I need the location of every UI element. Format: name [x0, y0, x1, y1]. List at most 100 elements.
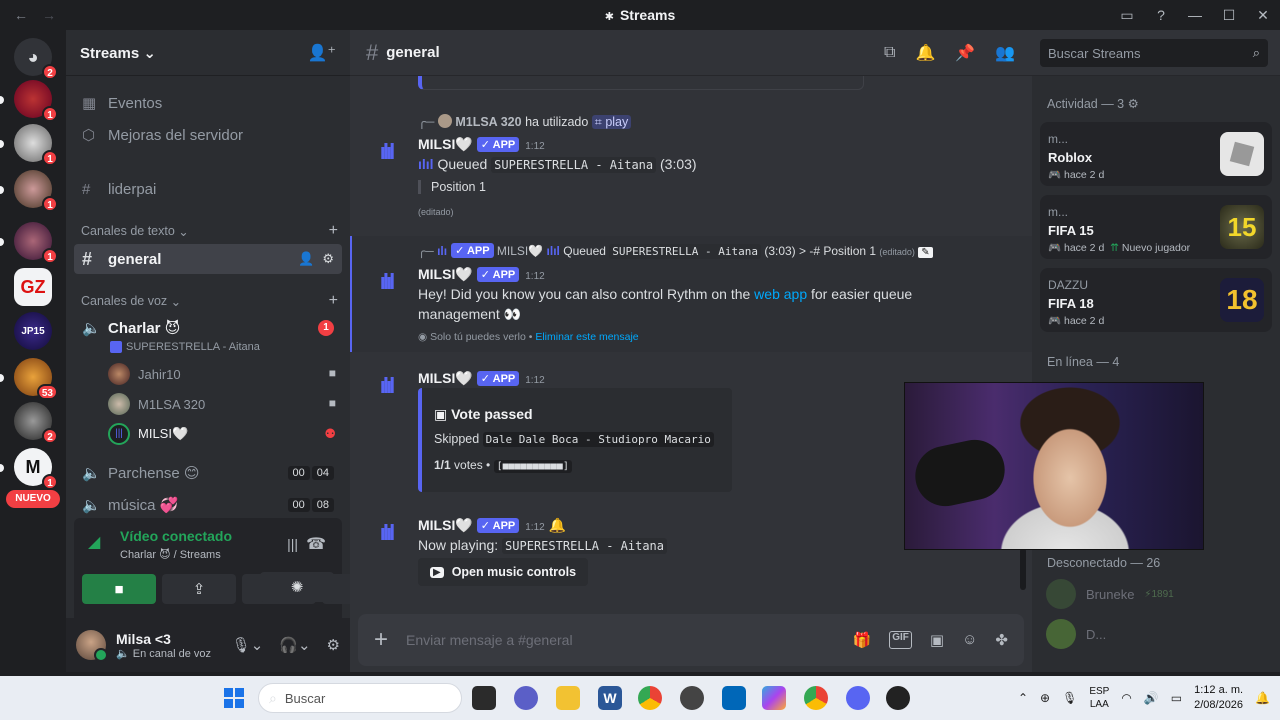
- search-icon[interactable]: ⌕: [1253, 45, 1260, 61]
- store-icon[interactable]: [722, 686, 746, 710]
- taskbar-search-input[interactable]: [284, 690, 425, 706]
- clock[interactable]: 1:12 a. m. 2/08/2026: [1194, 683, 1243, 713]
- maximize-button[interactable]: ☐: [1212, 7, 1246, 24]
- add-channel-icon[interactable]: +: [329, 222, 338, 240]
- teams-icon[interactable]: [514, 686, 538, 710]
- gif-icon[interactable]: GIF: [889, 631, 912, 649]
- voice-connected-location[interactable]: Charlar 😈 / Streams: [120, 548, 221, 561]
- members-icon[interactable]: 👥: [995, 43, 1015, 63]
- server-icon-6[interactable]: 2: [14, 402, 58, 444]
- author-name[interactable]: MILSI🤍: [418, 266, 473, 282]
- voice-channel-charlar[interactable]: 🔈 Charlar 😈 1: [74, 313, 342, 343]
- username[interactable]: Milsa <3: [116, 631, 211, 647]
- message-input[interactable]: [406, 632, 853, 648]
- guild-header[interactable]: Streams ⌄ 👤⁺: [66, 30, 350, 76]
- server-icon-3[interactable]: 1: [14, 170, 58, 212]
- gear-icon[interactable]: ⚙: [1128, 97, 1139, 111]
- server-icon-5[interactable]: 53: [14, 358, 58, 400]
- reply-reference[interactable]: ╭─ M1LSA 320 ha utilizado ⌗ play: [418, 114, 632, 130]
- voice-user[interactable]: Jahir10: [108, 361, 181, 387]
- soundboard-button[interactable]: ✺: [260, 572, 334, 602]
- minimize-button[interactable]: —: [1178, 7, 1212, 23]
- sidebar-item-events[interactable]: ▦ Eventos: [74, 88, 342, 118]
- reply-reference[interactable]: ╭─ ılı ✓ APP MILSI🤍 ılıl Queued SUPERESTR…: [418, 243, 933, 259]
- close-button[interactable]: ✕: [1246, 7, 1280, 24]
- apps-icon[interactable]: ✤: [995, 631, 1008, 649]
- category-text-channels[interactable]: Canales de texto ⌄ +: [81, 221, 338, 241]
- voice-connected-title[interactable]: Vídeo conectado: [120, 528, 232, 544]
- search-input[interactable]: [1048, 45, 1253, 61]
- obs-icon[interactable]: [680, 686, 704, 710]
- wifi-icon[interactable]: ◠: [1121, 691, 1131, 705]
- microphone-icon[interactable]: 🎙: [1062, 691, 1077, 705]
- notification-bell-icon[interactable]: 🔔: [1255, 691, 1270, 705]
- avatar[interactable]: ılıl: [368, 264, 404, 300]
- chrome-icon[interactable]: [638, 686, 662, 710]
- back-arrow-icon[interactable]: ←: [14, 7, 28, 23]
- vpn-icon[interactable]: ⊕: [1040, 691, 1050, 705]
- disconnect-icon[interactable]: ☎: [306, 534, 326, 554]
- server-icon-1[interactable]: 1: [14, 80, 58, 122]
- microphone-icon[interactable]: 🎙⌄: [232, 636, 264, 654]
- member-item[interactable]: Bruneke ⚡1891: [1046, 579, 1174, 609]
- invite-icon[interactable]: 👤: [298, 251, 314, 267]
- activity-card[interactable]: m... Roblox 🎮 hace 2 d: [1040, 122, 1272, 186]
- windows-start-icon[interactable]: [224, 688, 244, 708]
- channel-liderpai[interactable]: # liderpai: [74, 174, 342, 204]
- gift-icon[interactable]: 🎁: [853, 631, 872, 649]
- chevron-up-icon[interactable]: ⌃: [1018, 691, 1028, 705]
- bell-icon[interactable]: 🔔: [915, 43, 935, 63]
- voice-channel-musica[interactable]: 🔈 música 💞 00 08: [74, 490, 342, 520]
- chrome-profile-icon[interactable]: [804, 686, 828, 710]
- word-icon[interactable]: W: [598, 686, 622, 710]
- avatar[interactable]: ılıl: [368, 515, 404, 551]
- avatar[interactable]: ılıl: [368, 134, 404, 170]
- dismiss-message-link[interactable]: Eliminar este mensaje: [535, 331, 638, 343]
- channel-general[interactable]: # general 👤 ⚙: [74, 244, 342, 274]
- voice-channel-parchense[interactable]: 🔈 Parchense 😊 00 04: [74, 458, 342, 488]
- category-voice-channels[interactable]: Canales de voz ⌄ +: [81, 291, 338, 311]
- web-app-link[interactable]: web app: [754, 286, 807, 302]
- emoji-icon[interactable]: ☺: [962, 631, 977, 649]
- open-music-controls-button[interactable]: ▶ Open music controls: [418, 558, 589, 586]
- pin-icon[interactable]: 📌: [955, 43, 975, 63]
- member-item[interactable]: D...: [1046, 619, 1106, 649]
- help-icon[interactable]: ?: [1144, 7, 1178, 23]
- voice-user[interactable]: M1LSA 320: [108, 391, 205, 417]
- sticker-icon[interactable]: ▣: [930, 631, 944, 649]
- gear-icon[interactable]: ⚙: [327, 636, 340, 654]
- activity-card[interactable]: DAZZU FIFA 18 🎮 hace 2 d 18: [1040, 268, 1272, 332]
- author-name[interactable]: MILSI🤍: [418, 370, 473, 386]
- server-icon-jp15[interactable]: JP15: [14, 312, 52, 350]
- copilot-icon[interactable]: [762, 686, 786, 710]
- server-icon-4[interactable]: 1: [14, 222, 58, 264]
- add-member-icon[interactable]: 👤⁺: [308, 43, 336, 63]
- server-icon-2[interactable]: 1: [14, 124, 58, 166]
- avatar[interactable]: ılıl: [368, 368, 404, 404]
- author-name[interactable]: MILSI🤍: [418, 517, 473, 533]
- inbox-icon[interactable]: ▭: [1110, 7, 1144, 24]
- file-explorer-icon[interactable]: [556, 686, 580, 710]
- server-icon-7[interactable]: M1: [14, 448, 58, 490]
- author-name[interactable]: MILSI🤍: [418, 136, 473, 152]
- task-view-icon[interactable]: [472, 686, 496, 710]
- battery-icon[interactable]: ▭: [1171, 691, 1182, 705]
- volume-icon[interactable]: 🔊: [1144, 691, 1159, 705]
- headphones-icon[interactable]: 🎧⌄: [279, 636, 310, 654]
- voice-user[interactable]: ||| MILSI🤍: [108, 421, 188, 447]
- add-attachment-button[interactable]: +: [374, 626, 388, 654]
- recording-app-icon[interactable]: [886, 686, 910, 710]
- threads-icon[interactable]: ⧉: [884, 44, 895, 62]
- scrollbar[interactable]: [1020, 548, 1026, 590]
- add-channel-icon[interactable]: +: [329, 292, 338, 310]
- noise-suppression-icon[interactable]: |||: [287, 536, 298, 552]
- avatar[interactable]: [76, 630, 108, 662]
- home-button[interactable]: ◕ 2: [14, 38, 58, 80]
- language-indicator[interactable]: ESP LAA: [1089, 685, 1109, 711]
- discord-icon[interactable]: [846, 686, 870, 710]
- sidebar-item-boosts[interactable]: ⬡ Mejoras del servidor: [74, 120, 342, 150]
- camera-button[interactable]: ■: [82, 574, 156, 604]
- server-icon-gz[interactable]: GZ: [14, 268, 52, 306]
- nuevo-badge[interactable]: NUEVO: [6, 490, 60, 508]
- forward-arrow-icon[interactable]: →: [42, 7, 56, 23]
